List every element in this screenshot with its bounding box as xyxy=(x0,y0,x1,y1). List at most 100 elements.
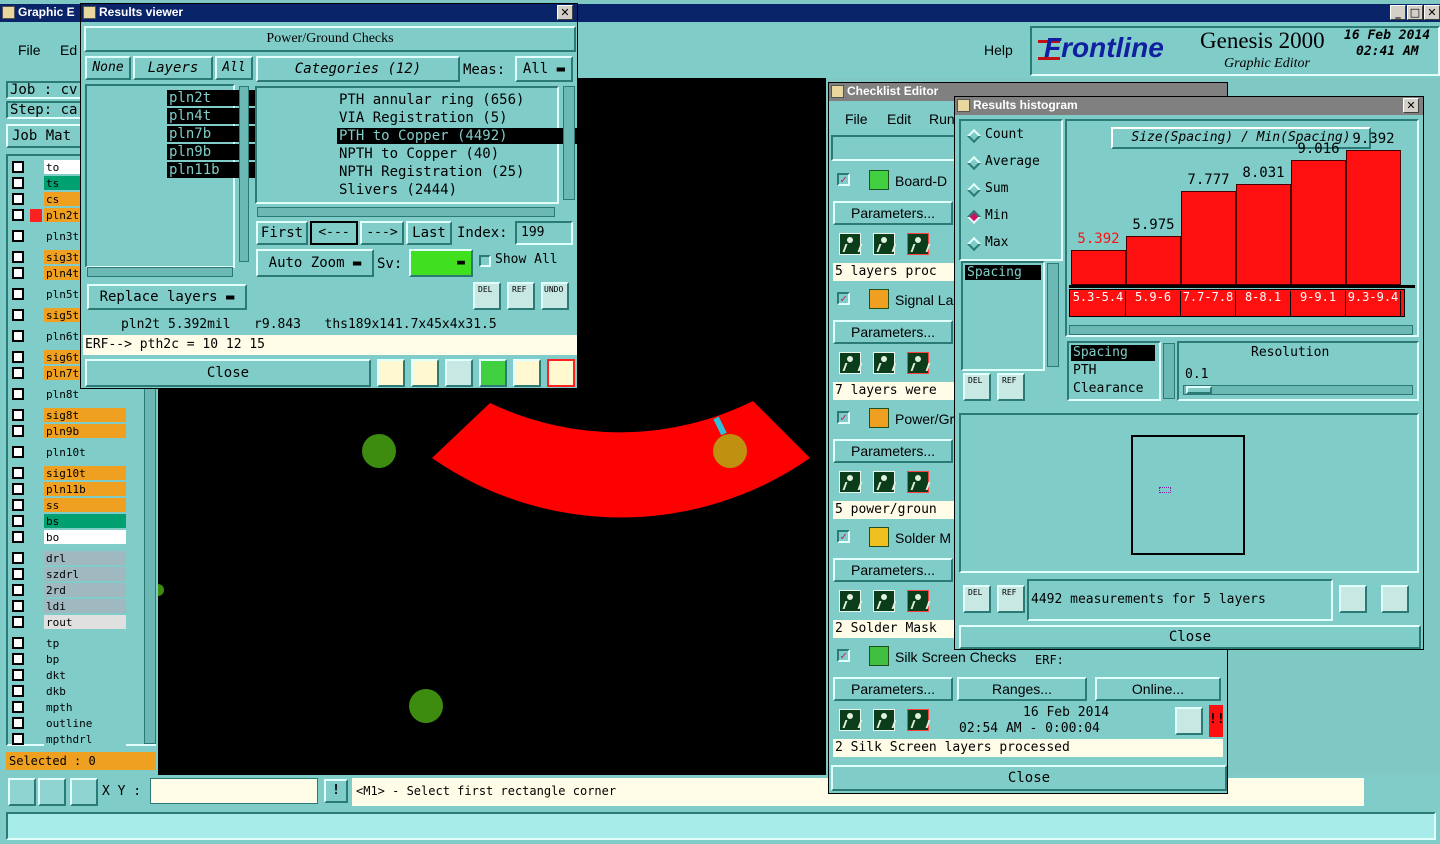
run-check-icon[interactable] xyxy=(839,590,861,612)
layer-listbox-hscroll[interactable] xyxy=(87,267,233,277)
stop-run-icon[interactable] xyxy=(907,233,929,255)
type-list[interactable]: Spacing PTH Clearance xyxy=(1067,341,1161,401)
menu-help[interactable]: Help xyxy=(984,42,1013,58)
layer-checkbox[interactable] xyxy=(12,309,24,321)
menu-file[interactable]: File xyxy=(18,42,41,58)
check-enable-checkbox[interactable]: ✓ xyxy=(837,530,850,543)
measure-list-item[interactable]: Spacing xyxy=(965,265,1041,280)
auto-zoom-select[interactable]: Auto Zoom ▬ xyxy=(256,249,374,277)
layer-row[interactable]: ldi xyxy=(10,599,128,614)
layer-checkbox[interactable] xyxy=(12,600,24,612)
histogram-bar[interactable] xyxy=(1346,150,1401,285)
layer-row[interactable]: pln11b xyxy=(10,482,128,497)
ref-icon[interactable]: REF xyxy=(507,282,535,310)
index-input[interactable]: 199 xyxy=(515,221,573,245)
layer-checkbox[interactable] xyxy=(12,733,24,745)
ranges-button[interactable]: Ranges... xyxy=(957,677,1087,701)
layer-checkbox[interactable] xyxy=(12,425,24,437)
layer-row[interactable]: ss xyxy=(10,498,128,513)
measure-tool-icon[interactable] xyxy=(38,778,66,806)
layer-checkbox[interactable] xyxy=(12,230,24,242)
histogram-close-x[interactable]: ✕ xyxy=(1403,98,1419,113)
layer-row[interactable]: outline xyxy=(10,716,128,731)
online-button[interactable]: Online... xyxy=(1095,677,1221,701)
histogram-icon[interactable] xyxy=(547,359,575,387)
run-selected-icon[interactable] xyxy=(873,590,895,612)
check-name[interactable]: Solder M xyxy=(895,530,951,546)
histogram-bar[interactable] xyxy=(1071,250,1126,285)
checklist-menu-file[interactable]: File xyxy=(845,111,868,127)
layer-row[interactable]: sig10t xyxy=(10,466,128,481)
layer-row[interactable]: bo xyxy=(10,530,128,545)
check-enable-checkbox[interactable]: ✓ xyxy=(837,411,850,424)
resolution-slider-thumb[interactable] xyxy=(1186,386,1212,394)
layer-checkbox[interactable] xyxy=(12,467,24,479)
first-button[interactable]: First xyxy=(256,221,308,245)
resolution-slider[interactable] xyxy=(1183,385,1413,395)
parameters-button[interactable]: Parameters... xyxy=(833,677,953,701)
layers-button[interactable]: Layers xyxy=(133,56,213,80)
run-selected-icon[interactable] xyxy=(873,471,895,493)
layer-checkbox[interactable] xyxy=(12,351,24,363)
layer-checkbox[interactable] xyxy=(12,161,24,173)
layer-checkbox[interactable] xyxy=(12,685,24,697)
chart-hscroll[interactable] xyxy=(1069,325,1413,335)
categories-scrollbar[interactable] xyxy=(563,86,575,200)
stop-run-icon[interactable] xyxy=(907,352,929,374)
run-check-icon[interactable] xyxy=(839,233,861,255)
categories-button[interactable]: Categories (12) xyxy=(256,56,460,82)
hist-del-icon[interactable]: DEL xyxy=(963,373,991,401)
preview-ref-icon[interactable]: REF xyxy=(997,585,1025,613)
layer-row[interactable]: sig8t xyxy=(10,408,128,423)
layer-checkbox[interactable] xyxy=(12,193,24,205)
results-viewer-close-x[interactable]: ✕ xyxy=(557,5,573,20)
layer-checkbox[interactable] xyxy=(12,483,24,495)
parameters-button[interactable]: Parameters... xyxy=(833,439,953,463)
maximize-button[interactable]: □ xyxy=(1407,5,1423,20)
check-enable-checkbox[interactable]: ✓ xyxy=(837,292,850,305)
layer-row[interactable]: pln9b xyxy=(10,424,128,439)
all-layers-button[interactable]: All xyxy=(215,56,253,80)
type-list-item-spacing[interactable]: Spacing xyxy=(1071,345,1155,361)
run-check-icon[interactable] xyxy=(839,709,861,731)
prev-button[interactable]: <--- xyxy=(310,221,358,245)
meas-select[interactable]: All ▬ xyxy=(515,56,573,82)
last-button[interactable]: Last xyxy=(406,221,452,245)
none-button[interactable]: None xyxy=(85,56,131,80)
grid-tool-icon[interactable] xyxy=(70,778,98,806)
category-item[interactable]: PTH annular ring (656) xyxy=(337,92,631,108)
layer-checkbox[interactable] xyxy=(12,717,24,729)
command-line[interactable] xyxy=(6,812,1436,840)
preview-del-icon[interactable]: DEL xyxy=(963,585,991,613)
layer-row[interactable]: drl xyxy=(10,551,128,566)
histogram-bar[interactable] xyxy=(1236,184,1291,285)
check-name[interactable]: Silk Screen Checks xyxy=(895,649,1016,665)
checklist-menu-edit[interactable]: Edit xyxy=(887,111,911,127)
histogram-close-button[interactable]: Close xyxy=(959,625,1421,649)
category-item[interactable]: NPTH to Copper (40) xyxy=(337,146,631,162)
layer-row[interactable]: pln10t xyxy=(10,445,128,460)
replace-layers-button[interactable]: Replace layers ▬ xyxy=(87,284,247,310)
report-icon[interactable] xyxy=(411,359,439,387)
histogram-bar[interactable] xyxy=(1291,160,1346,285)
zoom-select-icon[interactable] xyxy=(1339,585,1367,613)
category-item[interactable]: NPTH Registration (25) xyxy=(337,164,631,180)
layer-checkbox[interactable] xyxy=(12,209,24,221)
close-main-button[interactable]: ✕ xyxy=(1424,5,1440,20)
layer-checkbox[interactable] xyxy=(12,177,24,189)
step-icon[interactable] xyxy=(479,359,507,387)
layer-row[interactable]: mpthdrl xyxy=(10,732,128,747)
layer-row[interactable]: bp xyxy=(10,652,128,667)
run-selected-icon[interactable] xyxy=(873,233,895,255)
results-close-button[interactable]: Close xyxy=(85,359,371,387)
layer-checkbox[interactable] xyxy=(12,330,24,342)
layer-row[interactable]: bs xyxy=(10,514,128,529)
layer-checkbox[interactable] xyxy=(12,653,24,665)
layer-checkbox[interactable] xyxy=(12,499,24,511)
ref-cancel-icon[interactable] xyxy=(445,359,473,387)
layer-checkbox[interactable] xyxy=(12,251,24,263)
layer-row[interactable]: dkb xyxy=(10,684,128,699)
layer-checkbox[interactable] xyxy=(12,701,24,713)
next-button[interactable]: ---> xyxy=(360,221,404,245)
layer-row[interactable]: 2rd xyxy=(10,583,128,598)
